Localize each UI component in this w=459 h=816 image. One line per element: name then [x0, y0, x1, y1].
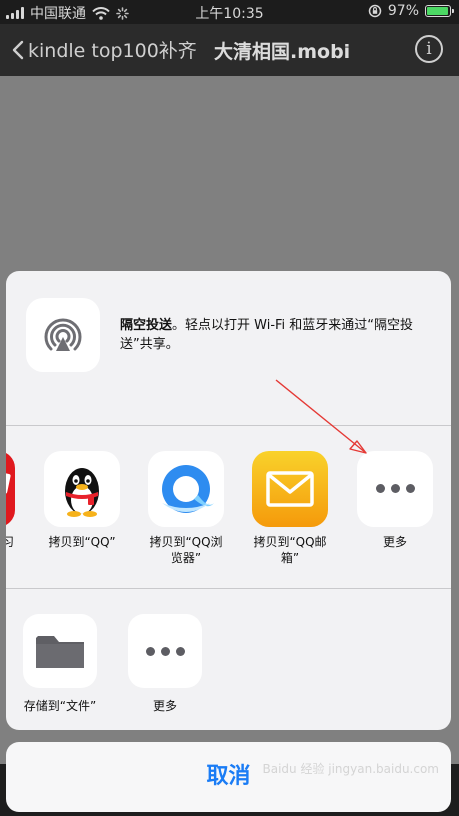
red-app-icon — [6, 451, 15, 527]
orientation-lock-icon — [368, 4, 382, 18]
action-row: 存储到“文件” 更多 — [6, 589, 451, 730]
airdrop-section[interactable]: 隔空投送。轻点以打开 Wi-Fi 和蓝牙来通过“隔空投送”共享。 — [6, 271, 451, 425]
battery-icon — [425, 5, 454, 17]
watermark: Baidu 经验 jingyan.baidu.com — [262, 762, 439, 776]
app-label: 拷贝到“QQ” — [48, 535, 116, 549]
app-label: 拷贝到“QQ浏览器” — [149, 535, 223, 565]
status-bar: 中国联通 上午10:35 97% — [0, 0, 459, 24]
action-label: 存储到“文件” — [23, 699, 97, 713]
qq-browser-icon — [148, 451, 224, 527]
app-label: 更多 — [382, 535, 407, 549]
airdrop-icon[interactable] — [26, 298, 100, 372]
share-sheet: 隔空投送。轻点以打开 Wi-Fi 和蓝牙来通过“隔空投送”共享。 习 拷贝到“Q… — [6, 271, 451, 730]
page-title: 大清相国.mobi — [214, 41, 351, 63]
app-label: 拷贝到“QQ邮箱” — [253, 535, 327, 565]
app-copy-to-qq-browser[interactable]: 拷贝到“QQ浏览器” — [147, 451, 225, 566]
airdrop-description: 隔空投送。轻点以打开 Wi-Fi 和蓝牙来通过“隔空投送”共享。 — [120, 316, 430, 354]
status-right: 97% — [368, 3, 454, 19]
chevron-left-icon — [12, 40, 24, 59]
airdrop-title: 隔空投送 — [120, 318, 173, 333]
nav-bar: kindle top100补齐 大清相国.mobi i — [0, 24, 459, 76]
action-more[interactable]: 更多 — [119, 614, 211, 714]
info-button[interactable]: i — [415, 35, 443, 63]
app-row: 习 拷贝到“QQ” 拷贝到“QQ浏览器” 拷贝到“QQ邮箱” 更多 — [6, 426, 451, 588]
more-dots-icon — [128, 614, 202, 688]
app-more[interactable]: 更多 — [356, 451, 434, 550]
cancel-button[interactable]: 取消 — [6, 742, 451, 812]
app-copy-to-qq[interactable]: 拷贝到“QQ” — [43, 451, 121, 550]
action-label: 更多 — [152, 699, 177, 713]
qq-mail-icon — [252, 451, 328, 527]
back-label: kindle top100补齐 — [28, 40, 197, 62]
app-label: 习 — [6, 535, 14, 549]
app-partial[interactable]: 习 — [6, 451, 16, 550]
battery-percent: 97% — [387, 3, 419, 19]
more-dots-icon — [357, 451, 433, 527]
action-save-to-files[interactable]: 存储到“文件” — [14, 614, 106, 714]
folder-icon — [23, 614, 97, 688]
back-button[interactable]: kindle top100补齐 — [12, 36, 197, 63]
qq-penguin-icon — [44, 451, 120, 527]
app-copy-to-qq-mail[interactable]: 拷贝到“QQ邮箱” — [251, 451, 329, 566]
